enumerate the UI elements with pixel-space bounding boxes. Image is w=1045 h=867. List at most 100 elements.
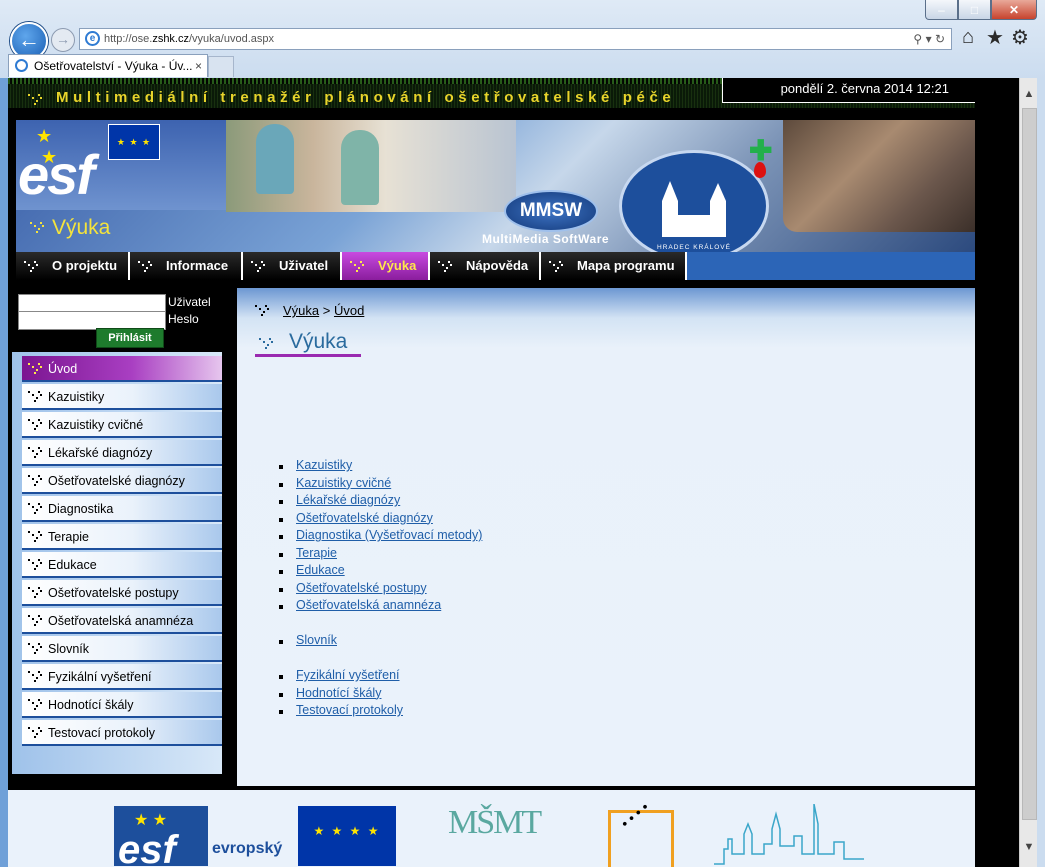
sidebar-item-kazuistiky[interactable]: Kazuistiky xyxy=(22,384,222,410)
dots-icon xyxy=(251,261,265,273)
new-tab-button[interactable] xyxy=(208,56,234,77)
date-box: pondělí 2. června 2014 12:21 xyxy=(722,78,975,103)
dropdown-icon[interactable]: ▾ xyxy=(926,32,932,46)
sidebar-item-fyzikalni-vysetreni[interactable]: Fyzikální vyšetření xyxy=(22,664,222,690)
browser-chrome: – □ ✕ ← → e http://ose.zshk.cz/vyuka/uvo… xyxy=(0,0,1045,78)
forward-button[interactable]: → xyxy=(51,28,75,52)
refresh-icon[interactable]: ↻ xyxy=(935,32,945,46)
minimize-button[interactable]: – xyxy=(925,0,958,20)
sidebar-item-label: Testovací protokoly xyxy=(48,726,155,740)
sidebar-item-label: Diagnostika xyxy=(48,502,114,516)
login-button[interactable]: Přihlásit xyxy=(96,328,164,348)
username-label: Uživatel xyxy=(168,295,211,309)
dots-icon xyxy=(255,305,269,317)
nav-item-o-projektu[interactable]: O projektu xyxy=(16,252,130,280)
nav-item-label: Informace xyxy=(166,258,229,273)
scroll-down-icon[interactable]: ▼ xyxy=(1020,841,1038,853)
dots-icon xyxy=(350,261,364,273)
content-link-edukace[interactable]: Edukace xyxy=(279,563,482,581)
maximize-button[interactable]: □ xyxy=(958,0,991,20)
content-link-slovnik[interactable]: Slovník xyxy=(279,633,337,651)
content-link-kazuistiky[interactable]: Kazuistiky xyxy=(279,458,482,476)
home-icon[interactable]: ⌂ xyxy=(962,26,974,49)
main-nav: O projektu Informace Uživatel Výuka Nápověda… xyxy=(16,252,975,280)
content-link-osetrovatelska-anamneza[interactable]: Ošetřovatelská anamnéza xyxy=(279,598,482,616)
breadcrumb-link-vyuka[interactable]: Výuka xyxy=(283,303,319,318)
browser-tab[interactable]: Ošetřovatelství - Výuka - Úv... × xyxy=(8,54,208,77)
church-towers-icon xyxy=(662,181,726,237)
seal-city: HRADEC KRÁLOVÉ xyxy=(657,244,731,251)
mmsw-logo: MMSW xyxy=(504,190,598,232)
sidebar-item-diagnostika[interactable]: Diagnostika xyxy=(22,496,222,522)
dots-icon xyxy=(28,503,42,515)
ie-favicon-icon: e xyxy=(85,31,100,46)
breadcrumb-separator: > xyxy=(322,303,331,318)
sidebar-item-label: Slovník xyxy=(48,642,89,656)
nav-item-vyuka[interactable]: Výuka xyxy=(342,252,430,280)
sidebar-item-kazuistiky-cvicne[interactable]: Kazuistiky cvičné xyxy=(22,412,222,438)
nav-item-label: Nápověda xyxy=(466,258,529,273)
content-link-osetrovatelske-diagnozy[interactable]: Ošetřovatelské diagnózy xyxy=(279,511,482,529)
sidebar-item-uvod[interactable]: Úvod xyxy=(22,356,222,382)
content-link-terapie[interactable]: Terapie xyxy=(279,546,482,564)
dots-icon xyxy=(28,475,42,487)
nav-item-informace[interactable]: Informace xyxy=(130,252,243,280)
sidebar-item-edukace[interactable]: Edukace xyxy=(22,552,222,578)
sidebar-menu: Úvod Kazuistiky Kazuistiky cvičné Lékařské … xyxy=(12,352,222,774)
sidebar-item-osetrovatelske-postupy[interactable]: Ošetřovatelské postupy xyxy=(22,580,222,606)
nav-item-mapa-programu[interactable]: Mapa programu xyxy=(541,252,687,280)
content-link-lekarske-diagnozy[interactable]: Lékařské diagnózy xyxy=(279,493,482,511)
content-link-diagnostika-vysetrovaci-metody[interactable]: Diagnostika (Vyšetřovací metody) xyxy=(279,528,482,546)
content-link-fyzikalni-vysetreni[interactable]: Fyzikální vyšetření xyxy=(279,668,403,686)
led-strip xyxy=(8,78,728,84)
sidebar-item-testovaci-protokoly[interactable]: Testovací protokoly xyxy=(22,720,222,746)
sidebar-item-osetrovatelske-diagnozy[interactable]: Ošetřovatelské diagnózy xyxy=(22,468,222,494)
dots-icon xyxy=(30,222,44,234)
footer-city-skyline-icon xyxy=(714,804,864,865)
dots-icon xyxy=(438,261,452,273)
nav-item-napoveda[interactable]: Nápověda xyxy=(430,252,541,280)
scroll-thumb[interactable] xyxy=(1022,108,1037,820)
dots-icon xyxy=(259,338,273,350)
scroll-up-icon[interactable]: ▲ xyxy=(1020,88,1038,100)
sidebar-item-label: Ošetřovatelské diagnózy xyxy=(48,474,185,488)
dots-icon xyxy=(28,559,42,571)
page-scrollbar[interactable]: ▲ ▼ xyxy=(1019,78,1038,867)
sidebar-item-label: Kazuistiky cvičné xyxy=(48,418,144,432)
sidebar-item-slovnik[interactable]: Slovník xyxy=(22,636,222,662)
footer-esf-logo: ★ ★ esf xyxy=(114,806,208,867)
dots-icon xyxy=(24,261,38,273)
sidebar-item-terapie[interactable]: Terapie xyxy=(22,524,222,550)
blood-drop-icon xyxy=(754,162,766,178)
sidebar-item-label: Ošetřovatelská anamnéza xyxy=(48,614,194,628)
address-bar[interactable]: e http://ose.zshk.cz/vyuka/uvod.aspx ⚲ ▾… xyxy=(79,28,952,50)
search-icon[interactable]: ⚲ xyxy=(913,32,922,46)
forward-arrow-icon: → xyxy=(56,31,70,47)
page-viewport: Multimediální trenažér plánování ošetřov… xyxy=(8,78,1019,867)
section-heading: Výuka xyxy=(30,216,110,240)
site-title: Multimediální trenažér plánování ošetřov… xyxy=(56,89,676,106)
content-link-hodnotici-skaly[interactable]: Hodnotící škály xyxy=(279,686,403,704)
current-date: pondělí 2. června 2014 12:21 xyxy=(780,81,949,96)
dots-icon xyxy=(28,671,42,683)
esf-logo: ★ ★ ★ ★ ★ esf xyxy=(16,120,226,210)
dots-icon xyxy=(28,531,42,543)
close-window-button[interactable]: ✕ xyxy=(991,0,1037,20)
favorites-star-icon[interactable]: ★ xyxy=(986,25,1004,50)
sidebar-item-osetrovatelska-anamneza[interactable]: Ošetřovatelská anamnéza xyxy=(22,608,222,634)
nav-item-uzivatel[interactable]: Uživatel xyxy=(243,252,342,280)
sidebar-item-label: Hodnotící škály xyxy=(48,698,134,712)
back-arrow-icon: ← xyxy=(18,27,40,52)
nav-item-label: Mapa programu xyxy=(577,258,675,273)
content-link-osetrovatelske-postupy[interactable]: Ošetřovatelské postupy xyxy=(279,581,482,599)
main-content: Výuka > Úvod Výuka Kazuistiky Kazuistiky … xyxy=(237,288,975,786)
sidebar-item-label: Edukace xyxy=(48,558,97,572)
breadcrumb-link-uvod[interactable]: Úvod xyxy=(334,303,364,318)
content-link-testovaci-protokoly[interactable]: Testovací protokoly xyxy=(279,703,403,721)
tab-close-icon[interactable]: × xyxy=(195,55,202,77)
content-link-kazuistiky-cvicne[interactable]: Kazuistiky cvičné xyxy=(279,476,482,494)
eu-flag-icon: ★ ★ ★ xyxy=(108,124,160,160)
sidebar-item-lekarske-diagnozy[interactable]: Lékařské diagnózy xyxy=(22,440,222,466)
settings-gear-icon[interactable]: ⚙ xyxy=(1011,25,1029,50)
sidebar-item-hodnotici-skaly[interactable]: Hodnotící škály xyxy=(22,692,222,718)
